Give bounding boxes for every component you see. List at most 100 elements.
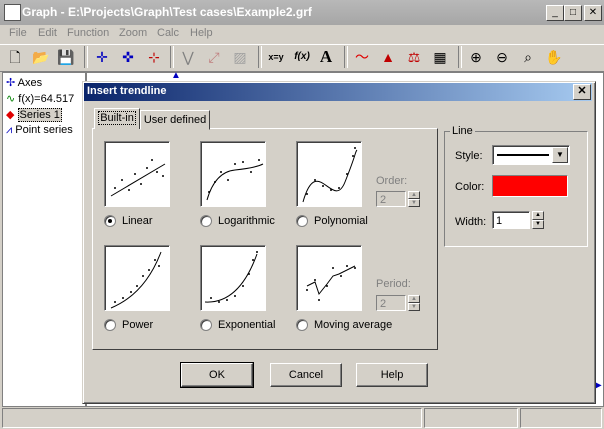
window-title: Graph - E:\Projects\Graph\Test cases\Exa… bbox=[22, 5, 312, 19]
menu-zoom[interactable]: Zoom bbox=[119, 27, 147, 39]
toolbar-separator bbox=[84, 46, 88, 68]
moving-average-preview[interactable] bbox=[296, 245, 362, 311]
status-bar-panel bbox=[424, 408, 518, 428]
tab-label: Built-in bbox=[98, 111, 136, 125]
toolbar-separator bbox=[258, 46, 262, 68]
tree-item-point-series[interactable]: ⩘ Point series bbox=[6, 124, 73, 137]
width-label: Width: bbox=[455, 216, 487, 228]
axes-icon[interactable]: ✛ bbox=[92, 47, 112, 67]
zoom-out-icon[interactable]: ⊖ bbox=[492, 47, 512, 67]
linear-curve-icon bbox=[110, 159, 166, 197]
label-moving-average: Moving average bbox=[314, 319, 393, 331]
menu-file[interactable]: File bbox=[9, 27, 27, 39]
table-icon[interactable]: ▦ bbox=[430, 47, 450, 67]
radio-exponential[interactable] bbox=[200, 319, 212, 331]
relation-icon[interactable]: x=y bbox=[266, 47, 286, 67]
logarithmic-curve-icon bbox=[206, 159, 264, 201]
tree-label: Series 1 bbox=[17, 108, 62, 122]
line-group-title: Line bbox=[450, 125, 475, 137]
order-down-icon[interactable]: ▼ bbox=[408, 199, 420, 207]
menu-function[interactable]: Function bbox=[67, 27, 109, 39]
cancel-button[interactable]: Cancel bbox=[270, 363, 342, 387]
polynomial-preview[interactable] bbox=[296, 141, 362, 207]
minimize-button[interactable]: _ bbox=[546, 5, 564, 21]
insert-shade-icon[interactable]: ▨ bbox=[230, 47, 250, 67]
tree-item-axes[interactable]: ✢ Axes bbox=[6, 76, 42, 89]
color-swatch-button[interactable] bbox=[492, 175, 568, 197]
axis-arrow-icon: ▲ bbox=[171, 70, 181, 81]
tree-label: Point series bbox=[15, 124, 73, 136]
width-down-icon[interactable]: ▼ bbox=[532, 220, 544, 229]
radio-power[interactable] bbox=[104, 319, 116, 331]
dialog-title-bar: Insert trendline bbox=[84, 83, 592, 101]
label-logarithmic: Logarithmic bbox=[218, 215, 275, 227]
menu-calc[interactable]: Calc bbox=[157, 27, 179, 39]
insert-label-icon[interactable]: A bbox=[316, 47, 336, 67]
linear-preview[interactable] bbox=[104, 141, 170, 207]
axes-edit-icon[interactable]: ⊹ bbox=[144, 47, 164, 67]
logarithmic-preview[interactable] bbox=[200, 141, 266, 207]
open-folder-icon[interactable]: 📂 bbox=[31, 47, 51, 67]
status-bar-main bbox=[2, 408, 422, 428]
save-icon[interactable]: 💾 bbox=[56, 47, 76, 67]
order-label: Order: bbox=[376, 175, 408, 187]
tab-builtin[interactable]: Built-in bbox=[94, 108, 140, 129]
tree-item-series[interactable]: ◆ Series 1 bbox=[6, 108, 62, 122]
style-select[interactable]: ▼ bbox=[492, 145, 570, 165]
period-up-icon[interactable]: ▲ bbox=[408, 295, 420, 303]
toolbar-separator bbox=[344, 46, 348, 68]
insert-tangent-icon[interactable]: ⤢ bbox=[204, 47, 224, 67]
period-label: Period: bbox=[376, 278, 411, 290]
pan-hand-icon[interactable]: ✋ bbox=[544, 47, 564, 67]
chevron-down-icon[interactable]: ▼ bbox=[552, 147, 568, 163]
style-label: Style: bbox=[455, 150, 483, 162]
function-tree-icon: ∿ bbox=[6, 93, 16, 105]
exponential-preview[interactable] bbox=[200, 245, 266, 311]
app-icon bbox=[4, 4, 21, 21]
status-bar-panel bbox=[520, 408, 602, 428]
label-linear: Linear bbox=[122, 215, 153, 227]
insert-trendline-icon[interactable]: 〜 bbox=[352, 47, 372, 67]
zoom-in-icon[interactable]: ⊕ bbox=[466, 47, 486, 67]
custom-function-icon[interactable]: f(x) bbox=[292, 47, 312, 67]
insert-function-icon[interactable]: ⋁ bbox=[178, 47, 198, 67]
polynomial-curve-icon bbox=[302, 147, 358, 203]
close-window-button[interactable]: ✕ bbox=[584, 5, 602, 21]
toolbar-separator bbox=[170, 46, 174, 68]
insert-shade-red-icon[interactable]: ▲ bbox=[378, 47, 398, 67]
tab-user-defined[interactable]: User defined bbox=[140, 110, 210, 130]
width-up-icon[interactable]: ▲ bbox=[532, 211, 544, 220]
help-button[interactable]: Help bbox=[356, 363, 428, 387]
menu-edit[interactable]: Edit bbox=[38, 27, 57, 39]
period-input[interactable]: 2 bbox=[376, 295, 406, 311]
order-up-icon[interactable]: ▲ bbox=[408, 191, 420, 199]
title-bar: Graph - E:\Projects\Graph\Test cases\Exa… bbox=[0, 0, 604, 25]
line-style-swatch bbox=[497, 154, 549, 156]
tree-item-function[interactable]: ∿ f(x)=64.517 bbox=[6, 92, 74, 105]
color-label: Color: bbox=[455, 181, 485, 193]
tree-label: f(x)=64.517 bbox=[18, 93, 75, 105]
axes-grid-icon[interactable]: ✜ bbox=[118, 47, 138, 67]
point-series-tree-icon: ⩘ bbox=[6, 124, 13, 136]
axes-tree-icon: ✢ bbox=[6, 77, 16, 89]
dialog-close-button[interactable]: ✕ bbox=[573, 84, 591, 100]
insert-point-series-icon[interactable]: ⚖ bbox=[404, 47, 424, 67]
radio-polynomial[interactable] bbox=[296, 215, 308, 227]
power-curve-icon bbox=[110, 251, 162, 309]
period-down-icon[interactable]: ▼ bbox=[408, 303, 420, 311]
radio-moving-average[interactable] bbox=[296, 319, 308, 331]
maximize-button[interactable]: □ bbox=[564, 5, 582, 21]
label-power: Power bbox=[122, 319, 154, 331]
new-file-icon[interactable]: 🗋 bbox=[5, 47, 25, 67]
menu-help[interactable]: Help bbox=[190, 27, 213, 39]
exponential-curve-icon bbox=[204, 251, 258, 303]
ok-button[interactable]: OK bbox=[180, 362, 254, 388]
width-input[interactable]: 1 bbox=[492, 211, 530, 229]
zoom-window-icon[interactable]: ⌕ bbox=[518, 47, 538, 67]
radio-logarithmic[interactable] bbox=[200, 215, 212, 227]
label-exponential: Exponential bbox=[218, 319, 276, 331]
radio-linear[interactable] bbox=[104, 215, 116, 227]
power-preview[interactable] bbox=[104, 245, 170, 311]
order-input[interactable]: 2 bbox=[376, 191, 406, 207]
dialog-title: Insert trendline bbox=[87, 85, 167, 97]
